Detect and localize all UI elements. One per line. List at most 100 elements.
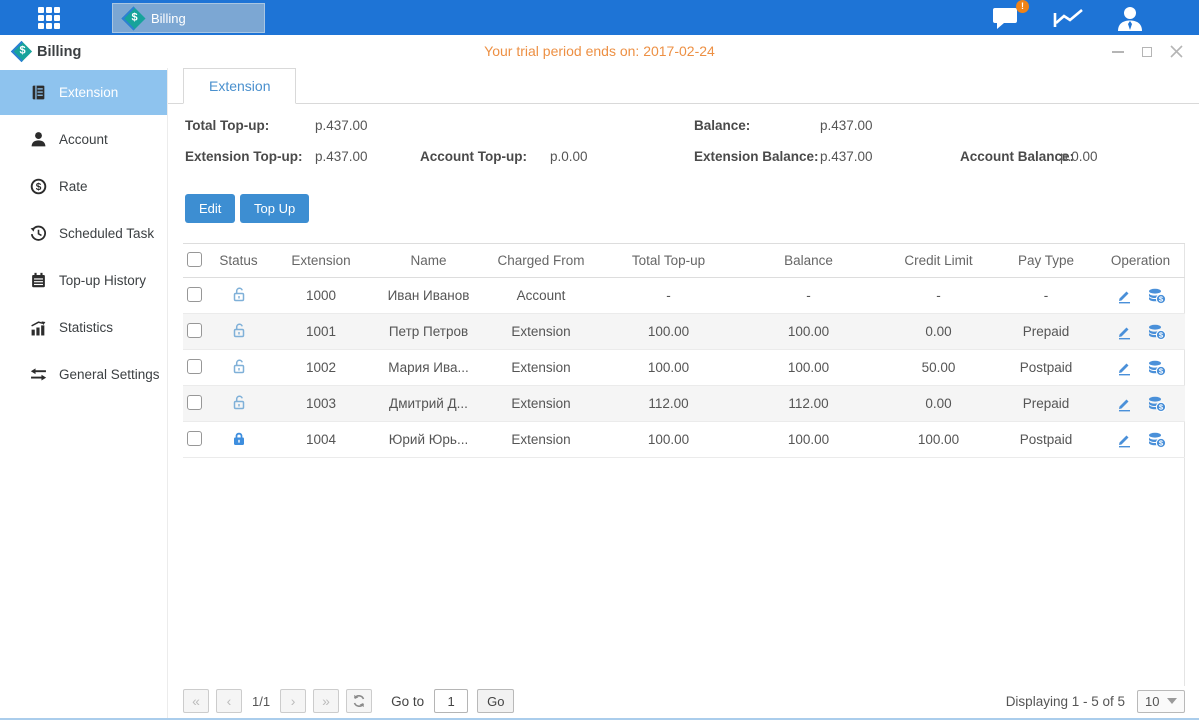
sidebar-item-label: Account <box>59 132 108 147</box>
billing-app-window: $ Billing ! $ Billing <box>0 0 1199 720</box>
calendar-icon <box>30 272 47 289</box>
row-checkbox[interactable] <box>187 359 202 374</box>
next-page-button[interactable]: › <box>280 689 306 713</box>
top-up-button[interactable]: Top Up <box>240 194 309 223</box>
taskbar: $ Billing ! <box>0 0 1199 35</box>
col-header-credit-limit: Credit Limit <box>881 253 996 268</box>
refresh-icon <box>352 694 366 708</box>
maximize-icon[interactable] <box>1140 45 1154 59</box>
sidebar-item-rate[interactable]: $ Rate <box>0 164 167 209</box>
cell-total-topup: 100.00 <box>601 324 736 339</box>
minimize-icon[interactable] <box>1111 45 1125 59</box>
balance-label: Balance: <box>694 118 750 133</box>
sidebar-item-label: Statistics <box>59 320 113 335</box>
taskbar-tab-billing[interactable]: $ Billing <box>112 3 265 33</box>
extensions-table: Status Extension Name Charged From Total… <box>183 243 1185 458</box>
history-clock-icon <box>30 225 47 242</box>
edit-button[interactable]: Edit <box>185 194 235 223</box>
cell-credit-limit: 100.00 <box>881 432 996 447</box>
cell-total-topup: 100.00 <box>601 360 736 375</box>
edit-row-icon[interactable] <box>1116 324 1132 340</box>
cell-balance: 112.00 <box>736 396 881 411</box>
row-checkbox[interactable] <box>187 431 202 446</box>
cell-charged-from: Extension <box>481 360 601 375</box>
window-titlebar: $ Billing Your trial period ends on: 201… <box>0 35 1199 69</box>
page-size-value: 10 <box>1145 694 1159 709</box>
sidebar-item-label: Rate <box>59 179 88 194</box>
prev-page-button[interactable]: ‹ <box>216 689 242 713</box>
cell-credit-limit: 50.00 <box>881 360 996 375</box>
col-header-status: Status <box>211 253 266 268</box>
total-topup-value: p.437.00 <box>315 118 368 133</box>
ledger-icon <box>30 84 47 101</box>
person-icon <box>30 131 47 148</box>
lock-status-icon <box>231 399 247 414</box>
sidebar-item-account[interactable]: Account <box>0 117 167 162</box>
first-page-button[interactable]: « <box>183 689 209 713</box>
table-row: 1004 Юрий Юрь... Extension 100.00 100.00… <box>183 422 1185 458</box>
sidebar-item-label: General Settings <box>59 367 160 382</box>
col-header-operation: Operation <box>1096 253 1185 268</box>
edit-row-icon[interactable] <box>1116 288 1132 304</box>
billing-dollar-diamond-icon: $ <box>121 6 145 30</box>
col-header-charged-from: Charged From <box>481 253 601 268</box>
top-up-row-icon[interactable]: $ <box>1148 432 1166 448</box>
table-row: 1003 Дмитрий Д... Extension 112.00 112.0… <box>183 386 1185 422</box>
top-up-row-icon[interactable]: $ <box>1148 324 1166 340</box>
edit-row-icon[interactable] <box>1116 396 1132 412</box>
row-checkbox[interactable] <box>187 395 202 410</box>
account-balance-label: Account Balance: <box>960 149 1074 164</box>
table-header-row: Status Extension Name Charged From Total… <box>183 243 1185 278</box>
sidebar-item-label: Scheduled Task <box>59 226 154 241</box>
top-up-row-icon[interactable]: $ <box>1148 288 1166 304</box>
displaying-count: Displaying 1 - 5 of 5 <box>1006 694 1125 709</box>
lock-status-icon <box>231 327 247 342</box>
select-all-checkbox[interactable] <box>187 252 202 267</box>
chevron-down-icon <box>1167 698 1177 704</box>
page-size-select[interactable]: 10 <box>1137 690 1185 713</box>
cell-extension: 1004 <box>266 432 376 447</box>
cell-credit-limit: 0.00 <box>881 396 996 411</box>
svg-text:$: $ <box>36 182 42 193</box>
account-topup-label: Account Top-up: <box>420 149 527 164</box>
sidebar-item-scheduled-task[interactable]: Scheduled Task <box>0 211 167 256</box>
cell-charged-from: Extension <box>481 324 601 339</box>
close-icon[interactable] <box>1169 45 1183 59</box>
reports-chart-icon[interactable] <box>1052 5 1092 31</box>
col-header-pay-type: Pay Type <box>996 253 1096 268</box>
lock-status-icon <box>231 435 247 450</box>
last-page-button[interactable]: » <box>313 689 339 713</box>
account-topup-value: p.0.00 <box>550 149 588 164</box>
row-checkbox[interactable] <box>187 287 202 302</box>
top-up-row-icon[interactable]: $ <box>1148 396 1166 412</box>
account-balance-value: p.0.00 <box>1060 149 1098 164</box>
cell-charged-from: Extension <box>481 432 601 447</box>
cell-total-topup: 112.00 <box>601 396 736 411</box>
sidebar-item-statistics[interactable]: Statistics <box>0 305 167 350</box>
go-button[interactable]: Go <box>477 689 514 713</box>
top-up-row-icon[interactable]: $ <box>1148 360 1166 376</box>
col-header-balance: Balance <box>736 253 881 268</box>
refresh-button[interactable] <box>346 689 372 713</box>
tab-extension[interactable]: Extension <box>183 68 296 104</box>
sidebar-item-topup-history[interactable]: Top-up History <box>0 258 167 303</box>
cell-credit-limit: 0.00 <box>881 324 996 339</box>
sidebar-item-general-settings[interactable]: General Settings <box>0 352 167 397</box>
sidebar: Extension Account $ Rate Scheduled Task <box>0 68 168 718</box>
goto-page-input[interactable] <box>434 689 468 713</box>
cell-pay-type: Postpaid <box>996 432 1096 447</box>
notification-badge: ! <box>1016 0 1029 13</box>
row-checkbox[interactable] <box>187 323 202 338</box>
extension-topup-value: p.437.00 <box>315 149 368 164</box>
sidebar-item-extension[interactable]: Extension <box>0 70 167 115</box>
main-content: Extension Total Top-up: p.437.00 Balance… <box>168 68 1199 718</box>
user-account-icon[interactable] <box>1113 5 1153 31</box>
app-grid-icon[interactable] <box>38 7 62 29</box>
taskbar-tab-label: Billing <box>151 11 186 26</box>
cell-extension: 1003 <box>266 396 376 411</box>
sidebar-item-label: Extension <box>59 85 118 100</box>
edit-row-icon[interactable] <box>1116 360 1132 376</box>
edit-row-icon[interactable] <box>1116 432 1132 448</box>
transfer-arrows-icon <box>30 366 47 383</box>
messages-icon[interactable]: ! <box>991 5 1031 31</box>
